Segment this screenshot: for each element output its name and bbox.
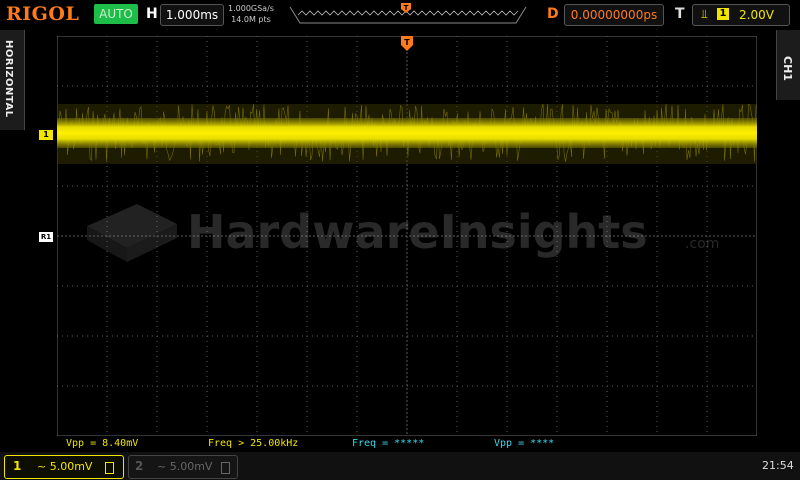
delay-value[interactable]: 0.00000000ps xyxy=(564,4,664,26)
ch2-number: 2 xyxy=(135,459,144,473)
trigger-label: T xyxy=(675,6,685,22)
ch2-channel-tab[interactable]: 2 ~ 5.00mV xyxy=(128,455,238,479)
trigger-position-icon: T xyxy=(401,3,411,13)
top-bar: RIGOL AUTO H 1.000ms 1.000GSa/s 14.0M pt… xyxy=(0,0,800,30)
svg-text:T: T xyxy=(404,38,410,47)
trigger-source: 1 xyxy=(717,8,729,20)
memory-overview-bar[interactable]: T xyxy=(288,3,528,25)
measure-vpp-ch1: Vpp = 8.40mV xyxy=(66,438,139,449)
measure-freq-ch1: Freq > 25.00kHz xyxy=(208,438,299,449)
trigger-settings[interactable]: ⫫ 1 2.00V xyxy=(692,4,790,26)
svg-text:T: T xyxy=(404,4,409,12)
timebase-value[interactable]: 1.000ms xyxy=(160,4,224,26)
rising-edge-icon: ⫫ xyxy=(701,7,708,21)
battery-icon xyxy=(221,462,230,474)
timebase-label: H xyxy=(146,6,158,22)
bottom-bar: 1 ~ 5.00mV 2 ~ 5.00mV 21:54 xyxy=(0,452,800,480)
sample-rate: 1.000GSa/s xyxy=(228,4,274,13)
ch1-menu-tab[interactable]: CH1 xyxy=(776,30,800,100)
ref-marker[interactable]: R1 xyxy=(39,232,53,242)
ch1-offset-marker[interactable]: 1 xyxy=(39,130,53,140)
ch2-scale: ~ 5.00mV xyxy=(157,460,213,473)
measure-vpp-2: Vpp = **** xyxy=(494,438,555,449)
memory-depth: 14.0M pts xyxy=(231,15,271,24)
trigger-time-marker[interactable]: T xyxy=(400,36,414,54)
ch1-number: 1 xyxy=(13,459,22,473)
horizontal-menu-tab[interactable]: HORIZONTAL xyxy=(0,30,25,130)
watermark-text: HardwareInsights xyxy=(187,205,648,259)
delay-label: D xyxy=(547,6,559,22)
ch1-channel-tab[interactable]: 1 ~ 5.00mV xyxy=(4,455,124,479)
measure-freq-2: Freq = ***** xyxy=(352,438,425,449)
watermark-suffix: .com xyxy=(685,236,719,252)
clock: 21:54 xyxy=(762,459,794,472)
run-mode-button[interactable]: AUTO xyxy=(94,4,138,24)
acquisition-info: 1.000GSa/s 14.0M pts xyxy=(228,3,274,25)
brand-logo: RIGOL xyxy=(6,3,80,25)
ch1-trace xyxy=(57,103,757,164)
trigger-level: 2.00V xyxy=(739,8,774,22)
ch1-scale: ~ 5.00mV xyxy=(37,460,93,473)
horizontal-tab-label: HORIZONTAL xyxy=(3,40,14,118)
battery-icon xyxy=(105,462,114,474)
waveform-display[interactable]: HardwareInsights .com xyxy=(57,36,757,436)
ch1-tab-label: CH1 xyxy=(781,56,794,81)
